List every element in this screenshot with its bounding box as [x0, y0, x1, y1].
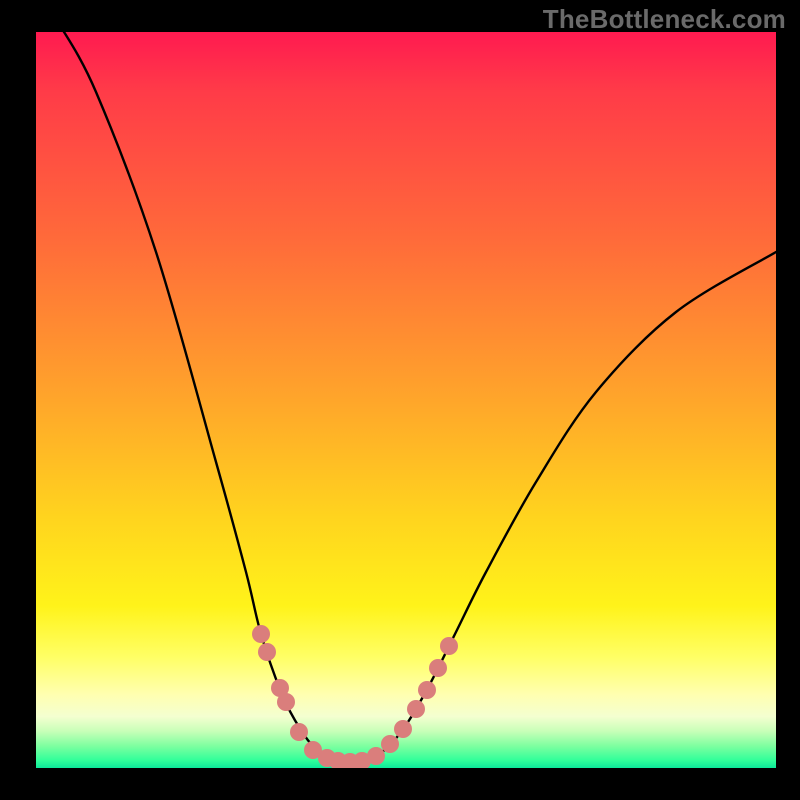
- highlight-dot: [277, 693, 295, 711]
- highlight-dots: [252, 625, 458, 768]
- highlight-dot: [418, 681, 436, 699]
- curve-layer: [36, 32, 776, 768]
- watermark-text: TheBottleneck.com: [543, 4, 786, 35]
- bottleneck-curve: [58, 32, 776, 762]
- highlight-dot: [407, 700, 425, 718]
- highlight-dot: [367, 747, 385, 765]
- highlight-dot: [429, 659, 447, 677]
- highlight-dot: [252, 625, 270, 643]
- highlight-dot: [258, 643, 276, 661]
- highlight-dot: [440, 637, 458, 655]
- highlight-dot: [394, 720, 412, 738]
- plot-area: [36, 32, 776, 768]
- highlight-dot: [381, 735, 399, 753]
- chart-frame: TheBottleneck.com: [0, 0, 800, 800]
- highlight-dot: [290, 723, 308, 741]
